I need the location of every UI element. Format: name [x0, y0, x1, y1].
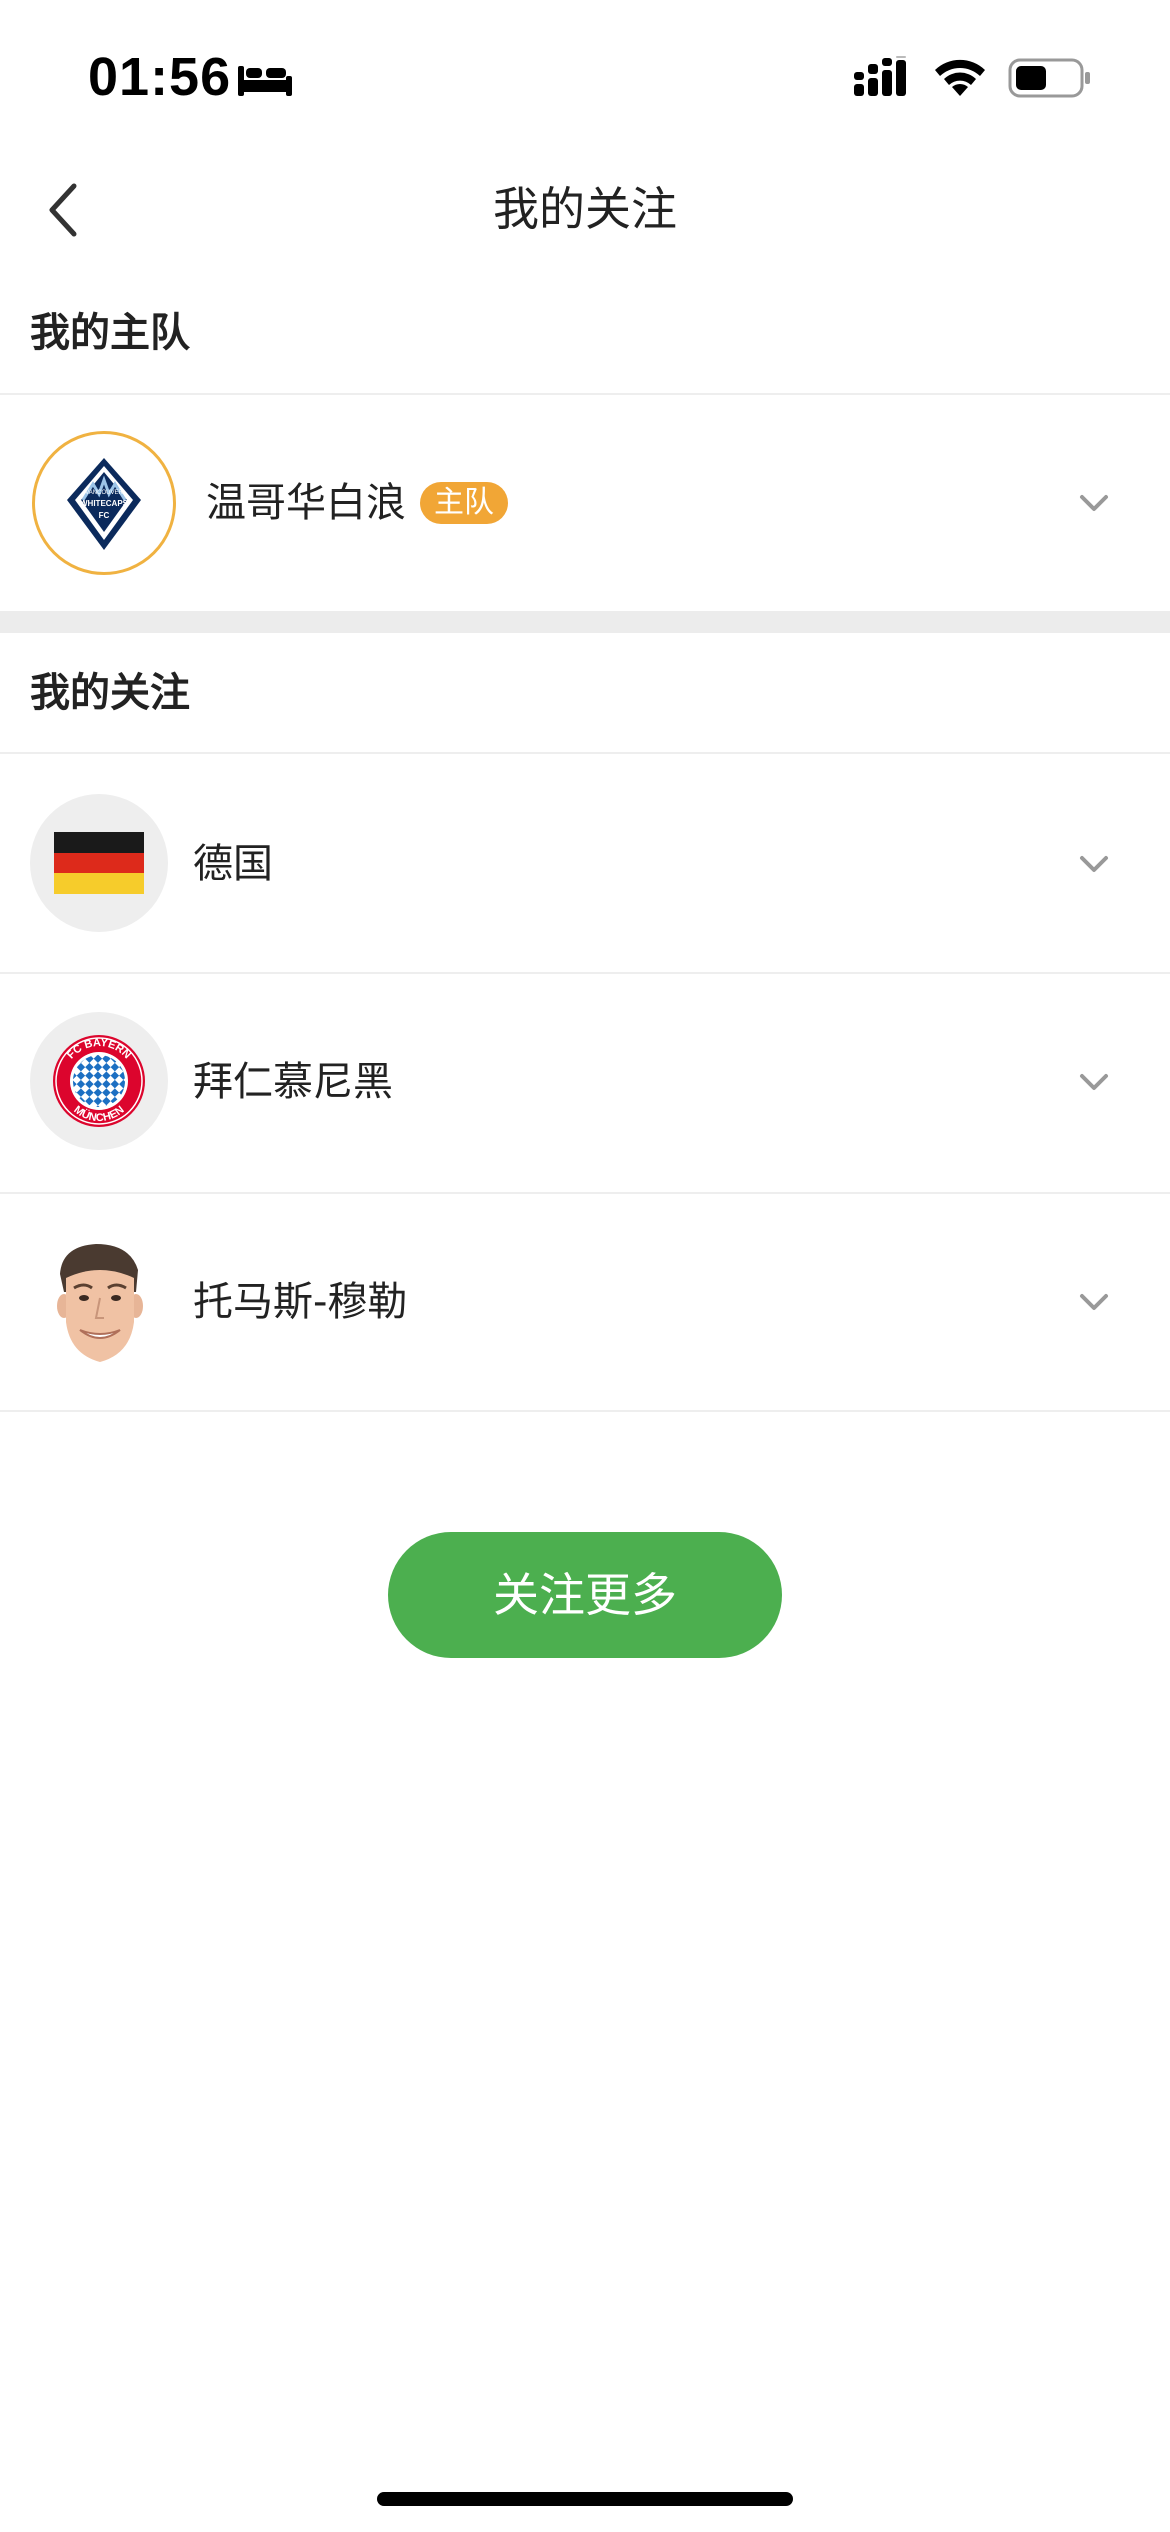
- page-title: 我的关注: [493, 182, 677, 236]
- home-team-row[interactable]: VANCOUVER WHITECAPS FC 温哥华白浪 主队: [0, 395, 1170, 611]
- chevron-down-icon[interactable]: [1074, 483, 1114, 523]
- status-bar: 01:56: [0, 0, 1170, 150]
- home-team-name: 温哥华白浪: [206, 480, 406, 526]
- follow-more-button[interactable]: 关注更多: [388, 1532, 782, 1658]
- nav-bar: 我的关注: [0, 150, 1170, 268]
- signal-icon: [854, 56, 906, 96]
- chevron-down-icon[interactable]: [1074, 1282, 1114, 1322]
- follow-item[interactable]: 德国: [0, 754, 1170, 972]
- follow-item[interactable]: 托马斯-穆勒: [0, 1194, 1170, 1410]
- whitecaps-logo: VANCOUVER WHITECAPS FC: [32, 431, 176, 575]
- whitecaps-logo-bottom: FC: [99, 511, 110, 520]
- home-team-badge: 主队: [420, 482, 508, 524]
- sleep-icon: [238, 66, 292, 96]
- home-team-name-wrap: 温哥华白浪 主队: [206, 473, 508, 533]
- whitecaps-logo-main: WHITECAPS: [80, 499, 129, 508]
- germany-flag-icon: [30, 794, 168, 932]
- chevron-down-icon[interactable]: [1074, 844, 1114, 884]
- whitecaps-logo-top: VANCOUVER: [85, 490, 123, 496]
- section-separator: [0, 611, 1170, 633]
- back-button[interactable]: [24, 170, 104, 250]
- chevron-left-icon: [49, 183, 77, 237]
- bayern-logo: FC BAYERN MÜNCHEN: [30, 1012, 168, 1150]
- status-time: 01:56: [88, 47, 232, 107]
- follow-item-name: 德国: [193, 841, 273, 887]
- wifi-icon: [935, 59, 985, 96]
- follow-item-name: 托马斯-穆勒: [193, 1279, 408, 1325]
- home-team-header: 我的主队: [30, 310, 190, 356]
- divider: [0, 1410, 1170, 1412]
- player-photo: [30, 1232, 168, 1370]
- follow-item[interactable]: FC BAYERN MÜNCHEN 拜仁慕尼黑: [0, 974, 1170, 1192]
- follow-section-header: 我的关注: [30, 670, 190, 716]
- home-indicator[interactable]: [377, 2492, 793, 2506]
- battery-icon: [1008, 58, 1090, 98]
- follow-item-name: 拜仁慕尼黑: [193, 1059, 393, 1105]
- chevron-down-icon[interactable]: [1074, 1062, 1114, 1102]
